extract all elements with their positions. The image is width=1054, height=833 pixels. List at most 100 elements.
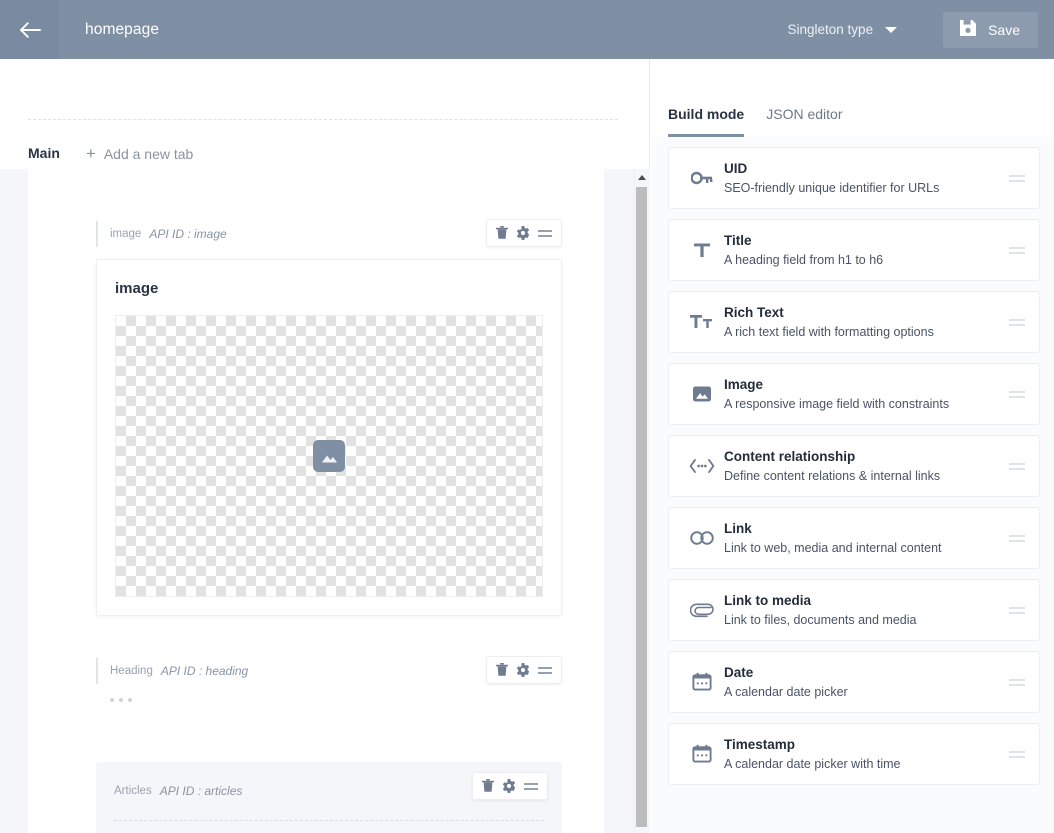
app-header: homepage Singleton type Save <box>0 0 1054 59</box>
field-type-rich-text-title: Rich Text <box>724 305 784 321</box>
tab-json-editor[interactable]: JSON editor <box>766 106 842 137</box>
save-button[interactable]: Save <box>943 11 1038 48</box>
field-block-articles[interactable]: Articles API ID : articles <box>96 762 562 833</box>
singleton-type-dropdown[interactable]: Singleton type <box>788 22 898 37</box>
field-type-link-to-media[interactable]: Link to media Link to files, documents a… <box>668 579 1040 641</box>
body-wrapper: Main + Add a new tab image API ID : imag… <box>0 59 1054 833</box>
key-icon <box>682 170 722 186</box>
field-type-rich-text-text: Rich Text A rich text field with formatt… <box>722 303 1009 341</box>
trash-icon[interactable] <box>496 226 508 240</box>
editor-sheet: image API ID : image image Heading API I… <box>28 169 604 833</box>
field-type-title-desc: A heading field from h1 to h6 <box>724 252 884 267</box>
drag-handle-icon[interactable] <box>538 666 552 674</box>
rich-text-icon <box>682 312 722 332</box>
field-type-date-desc: A calendar date picker <box>724 684 848 699</box>
drag-handle-icon[interactable] <box>1009 462 1025 470</box>
field-type-date-title: Date <box>724 665 754 681</box>
field-type-uid-desc: SEO-friendly unique identifier for URLs <box>724 180 940 195</box>
field-type-link-to-media-desc: Link to files, documents and media <box>724 612 917 627</box>
field-type-link[interactable]: Link Link to web, media and internal con… <box>668 507 1040 569</box>
field-type-content-relationship-text: Content relationship Define content rela… <box>722 447 1009 485</box>
drag-handle-icon[interactable] <box>1009 678 1025 686</box>
field-block-heading-name: Heading <box>110 665 153 677</box>
heading-loading-dots <box>96 684 562 702</box>
canvas-scrollbar-thumb[interactable] <box>636 187 647 827</box>
gear-icon[interactable] <box>516 663 530 677</box>
drag-handle-icon[interactable] <box>1009 318 1025 326</box>
drag-handle-icon[interactable] <box>524 782 538 790</box>
floppy-disk-icon <box>959 19 977 40</box>
field-type-link-to-media-title: Link to media <box>724 593 812 609</box>
field-block-image-name: image <box>110 228 142 240</box>
gear-icon[interactable] <box>516 226 530 240</box>
drag-handle-icon[interactable] <box>1009 390 1025 398</box>
editor-canvas: image API ID : image image Heading API I… <box>0 169 650 833</box>
field-block-heading-header: Heading API ID : heading <box>96 656 562 684</box>
image-icon <box>682 385 722 403</box>
field-block-image-api-id: API ID : image <box>149 227 227 241</box>
field-type-uid[interactable]: UID SEO-friendly unique identifier for U… <box>668 147 1040 209</box>
drag-handle-icon[interactable] <box>1009 606 1025 614</box>
field-library-tabs: Build mode JSON editor <box>651 59 842 137</box>
image-field-title: image <box>115 280 159 297</box>
field-type-link-text: Link Link to web, media and internal con… <box>722 519 1009 557</box>
arrow-left-icon <box>19 21 41 38</box>
field-type-content-relationship-title: Content relationship <box>724 449 856 465</box>
tab-build-mode[interactable]: Build mode <box>668 106 745 137</box>
articles-divider <box>114 820 544 821</box>
editor-pane: Main + Add a new tab image API ID : imag… <box>0 59 650 833</box>
drag-handle-icon[interactable] <box>1009 174 1025 182</box>
save-button-label: Save <box>988 21 1020 38</box>
field-type-link-title: Link <box>724 521 752 537</box>
chevron-down-icon <box>885 26 898 33</box>
field-type-image-desc: A responsive image field with constraint… <box>724 396 950 411</box>
field-type-list: UID SEO-friendly unique identifier for U… <box>651 137 1054 833</box>
field-type-content-relationship[interactable]: Content relationship Define content rela… <box>668 435 1040 497</box>
back-button[interactable] <box>0 0 59 59</box>
field-type-timestamp[interactable]: Timestamp A calendar date picker with ti… <box>668 723 1040 785</box>
gear-icon[interactable] <box>502 779 516 793</box>
field-type-link-desc: Link to web, media and internal content <box>724 540 942 555</box>
field-type-timestamp-desc: A calendar date picker with time <box>724 756 901 771</box>
field-block-heading[interactable]: Heading API ID : heading <box>28 616 604 702</box>
tab-divider <box>28 119 618 120</box>
field-library-pane: Build mode JSON editor UID SEO-friendly … <box>651 59 1054 833</box>
field-type-content-relationship-desc: Define content relations & internal link… <box>724 468 941 483</box>
field-type-image-title: Image <box>724 377 764 393</box>
field-type-date-text: Date A calendar date picker <box>722 663 1009 701</box>
drag-handle-icon[interactable] <box>538 229 552 237</box>
field-type-date[interactable]: Date A calendar date picker <box>668 651 1040 713</box>
calendar-icon <box>682 744 722 764</box>
scroll-up-arrow-icon[interactable] <box>638 175 646 180</box>
field-block-articles-header: Articles API ID : articles <box>114 772 548 804</box>
field-block-image-toolbar <box>486 219 562 247</box>
image-placeholder-area[interactable] <box>115 315 543 597</box>
image-placeholder-icon <box>313 440 345 472</box>
field-block-image-header: image API ID : image <box>96 219 562 247</box>
field-type-timestamp-text: Timestamp A calendar date picker with ti… <box>722 735 1009 773</box>
field-type-title-text: Title A heading field from h1 to h6 <box>722 231 1009 269</box>
link-icon <box>682 531 722 545</box>
add-new-tab-label: Add a new tab <box>103 145 194 162</box>
field-type-timestamp-title: Timestamp <box>724 737 796 753</box>
field-block-heading-toolbar <box>486 656 562 684</box>
calendar-icon <box>682 672 722 692</box>
field-type-rich-text[interactable]: Rich Text A rich text field with formatt… <box>668 291 1040 353</box>
drag-handle-icon[interactable] <box>1009 750 1025 758</box>
field-type-uid-title: UID <box>724 161 748 177</box>
field-type-image[interactable]: Image A responsive image field with cons… <box>668 363 1040 425</box>
canvas-scrollbar[interactable] <box>634 169 648 833</box>
trash-icon[interactable] <box>482 779 494 793</box>
drag-handle-icon[interactable] <box>1009 534 1025 542</box>
field-block-articles-api-id: API ID : articles <box>159 784 243 798</box>
field-type-title-title: Title <box>724 233 752 249</box>
field-block-heading-api-id: API ID : heading <box>160 664 249 678</box>
field-block-image[interactable]: image API ID : image image <box>28 169 604 616</box>
trash-icon[interactable] <box>496 663 508 677</box>
field-type-title[interactable]: Title A heading field from h1 to h6 <box>668 219 1040 281</box>
title-t-icon <box>682 240 722 260</box>
field-type-image-text: Image A responsive image field with cons… <box>722 375 1009 413</box>
singleton-type-label: Singleton type <box>787 22 874 37</box>
field-block-articles-wrap: Articles API ID : articles <box>28 702 604 833</box>
drag-handle-icon[interactable] <box>1009 246 1025 254</box>
